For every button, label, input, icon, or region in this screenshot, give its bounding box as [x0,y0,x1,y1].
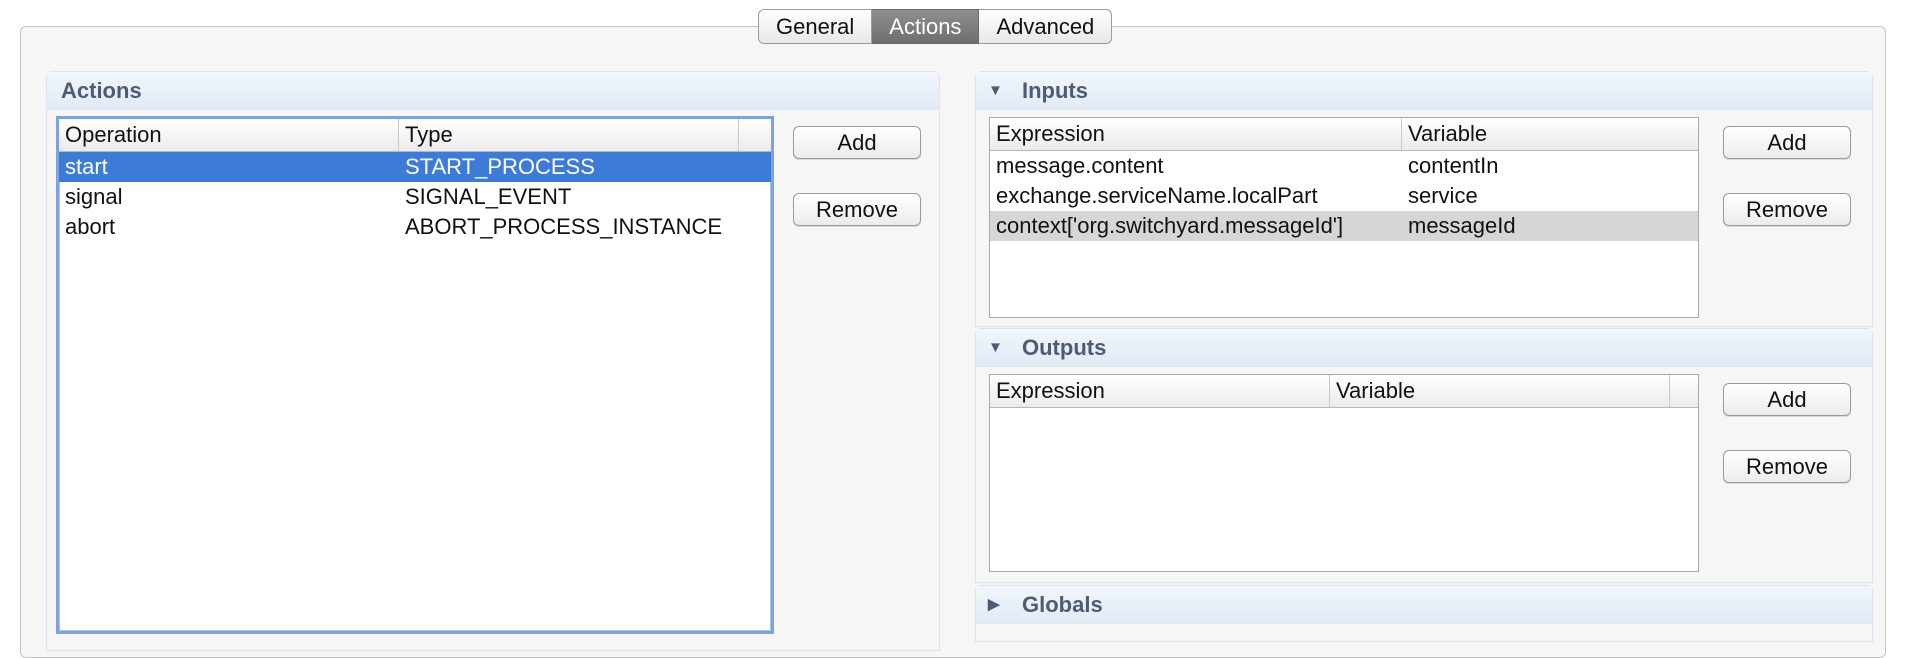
type-cell: SIGNAL_EVENT [405,184,572,209]
globals-section: ▶ Globals [975,585,1873,642]
tab-actions[interactable]: Actions [872,9,980,44]
table-row[interactable]: exchange.serviceName.localPart service [990,181,1698,211]
actions-section-title: Actions [47,72,939,110]
column-header-expression[interactable]: Expression [990,375,1330,407]
table-row[interactable]: context['org.switchyard.messageId'] mess… [990,211,1698,241]
column-header-variable[interactable]: Variable [1330,375,1670,407]
column-header-expression[interactable]: Expression [990,118,1402,150]
inputs-table[interactable]: Expression Variable message.content cont… [989,117,1699,318]
actions-add-button[interactable]: Add [793,126,921,159]
outputs-section-header[interactable]: ▼ Outputs [976,329,1872,367]
tab-bar: General Actions Advanced [758,9,1113,44]
expression-cell: message.content [996,153,1164,178]
outputs-add-button[interactable]: Add [1723,383,1851,416]
type-cell: ABORT_PROCESS_INSTANCE [405,214,723,239]
variable-cell: contentIn [1408,153,1499,178]
variable-cell: service [1408,183,1478,208]
inputs-remove-button[interactable]: Remove [1723,193,1851,226]
expression-cell: exchange.serviceName.localPart [996,183,1318,208]
variable-cell: messageId [1408,213,1516,238]
operation-cell: abort [65,214,116,239]
globals-section-title: Globals [1022,592,1103,617]
tab-advanced[interactable]: Advanced [979,9,1113,44]
tab-general[interactable]: General [758,9,873,44]
expression-cell: context['org.switchyard.messageId'] [996,213,1344,238]
table-row[interactable]: start START_PROCESS [59,152,771,182]
inputs-section-header[interactable]: ▼ Inputs [976,72,1872,110]
outputs-table[interactable]: Expression Variable [989,374,1699,572]
outputs-table-header: Expression Variable [990,375,1698,408]
collapsed-triangle-icon[interactable]: ▶ [988,586,1010,624]
actions-table-header: Operation Type [59,119,771,152]
column-header-operation[interactable]: Operation [59,119,399,151]
column-header-type[interactable]: Type [399,119,739,151]
outputs-remove-button[interactable]: Remove [1723,450,1851,483]
type-cell: START_PROCESS [405,154,595,179]
outputs-section-title: Outputs [1022,335,1107,360]
table-row[interactable]: message.content contentIn [990,151,1698,181]
table-row[interactable]: signal SIGNAL_EVENT [59,182,771,212]
column-header-variable[interactable]: Variable [1402,118,1698,150]
operation-cell: start [65,154,108,179]
actions-remove-button[interactable]: Remove [793,193,921,226]
inputs-table-header: Expression Variable [990,118,1698,151]
actions-table[interactable]: Operation Type start START_PROCESS signa… [56,116,774,634]
operation-cell: signal [65,184,123,209]
globals-section-header[interactable]: ▶ Globals [976,586,1872,624]
inputs-add-button[interactable]: Add [1723,126,1851,159]
expand-triangle-icon[interactable]: ▼ [988,329,1010,367]
expand-triangle-icon[interactable]: ▼ [988,72,1010,110]
inputs-section-title: Inputs [1022,78,1088,103]
table-row[interactable]: abort ABORT_PROCESS_INSTANCE [59,212,771,242]
